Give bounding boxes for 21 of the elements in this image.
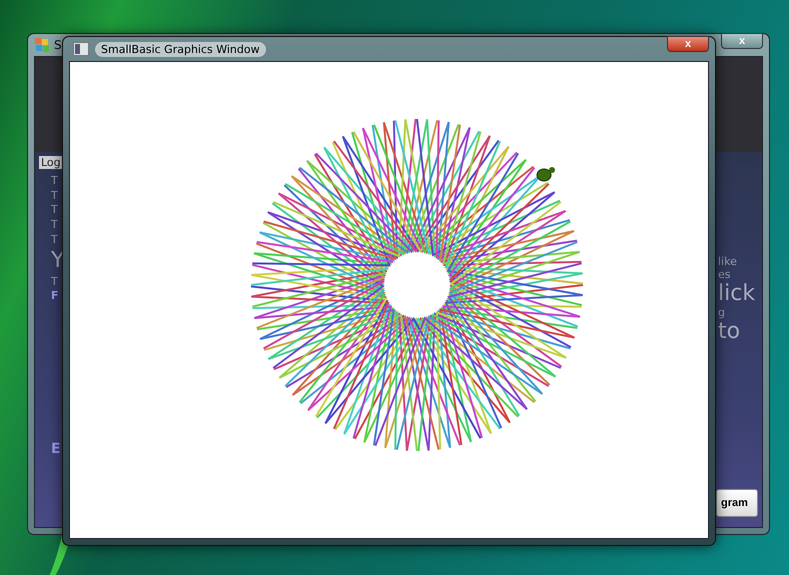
close-button[interactable]: x: [721, 33, 763, 49]
window-title: S: [54, 38, 62, 52]
text-fragment: T: [51, 204, 59, 217]
text-fragment: E: [51, 441, 61, 457]
text-fragment: F: [51, 290, 60, 303]
app-icon: [34, 37, 50, 53]
turtle-icon: [536, 167, 555, 182]
close-button[interactable]: x: [667, 36, 709, 52]
text-fragment: lick: [718, 281, 756, 307]
window-icon: [73, 42, 89, 56]
text-fragment: T: [51, 276, 59, 288]
text-fragment: T: [51, 190, 59, 202]
text-fragment: es: [718, 268, 730, 282]
text-fragment: like: [718, 256, 737, 269]
text-fragment: g: [718, 306, 725, 320]
text-fragment: T: [51, 218, 59, 232]
program-button[interactable]: gram: [716, 489, 758, 517]
window-title: SmallBasic Graphics Window: [95, 42, 266, 56]
text-fragment: to: [718, 319, 740, 345]
text-fragment: T: [51, 234, 59, 246]
text-fragment: T: [51, 175, 59, 188]
